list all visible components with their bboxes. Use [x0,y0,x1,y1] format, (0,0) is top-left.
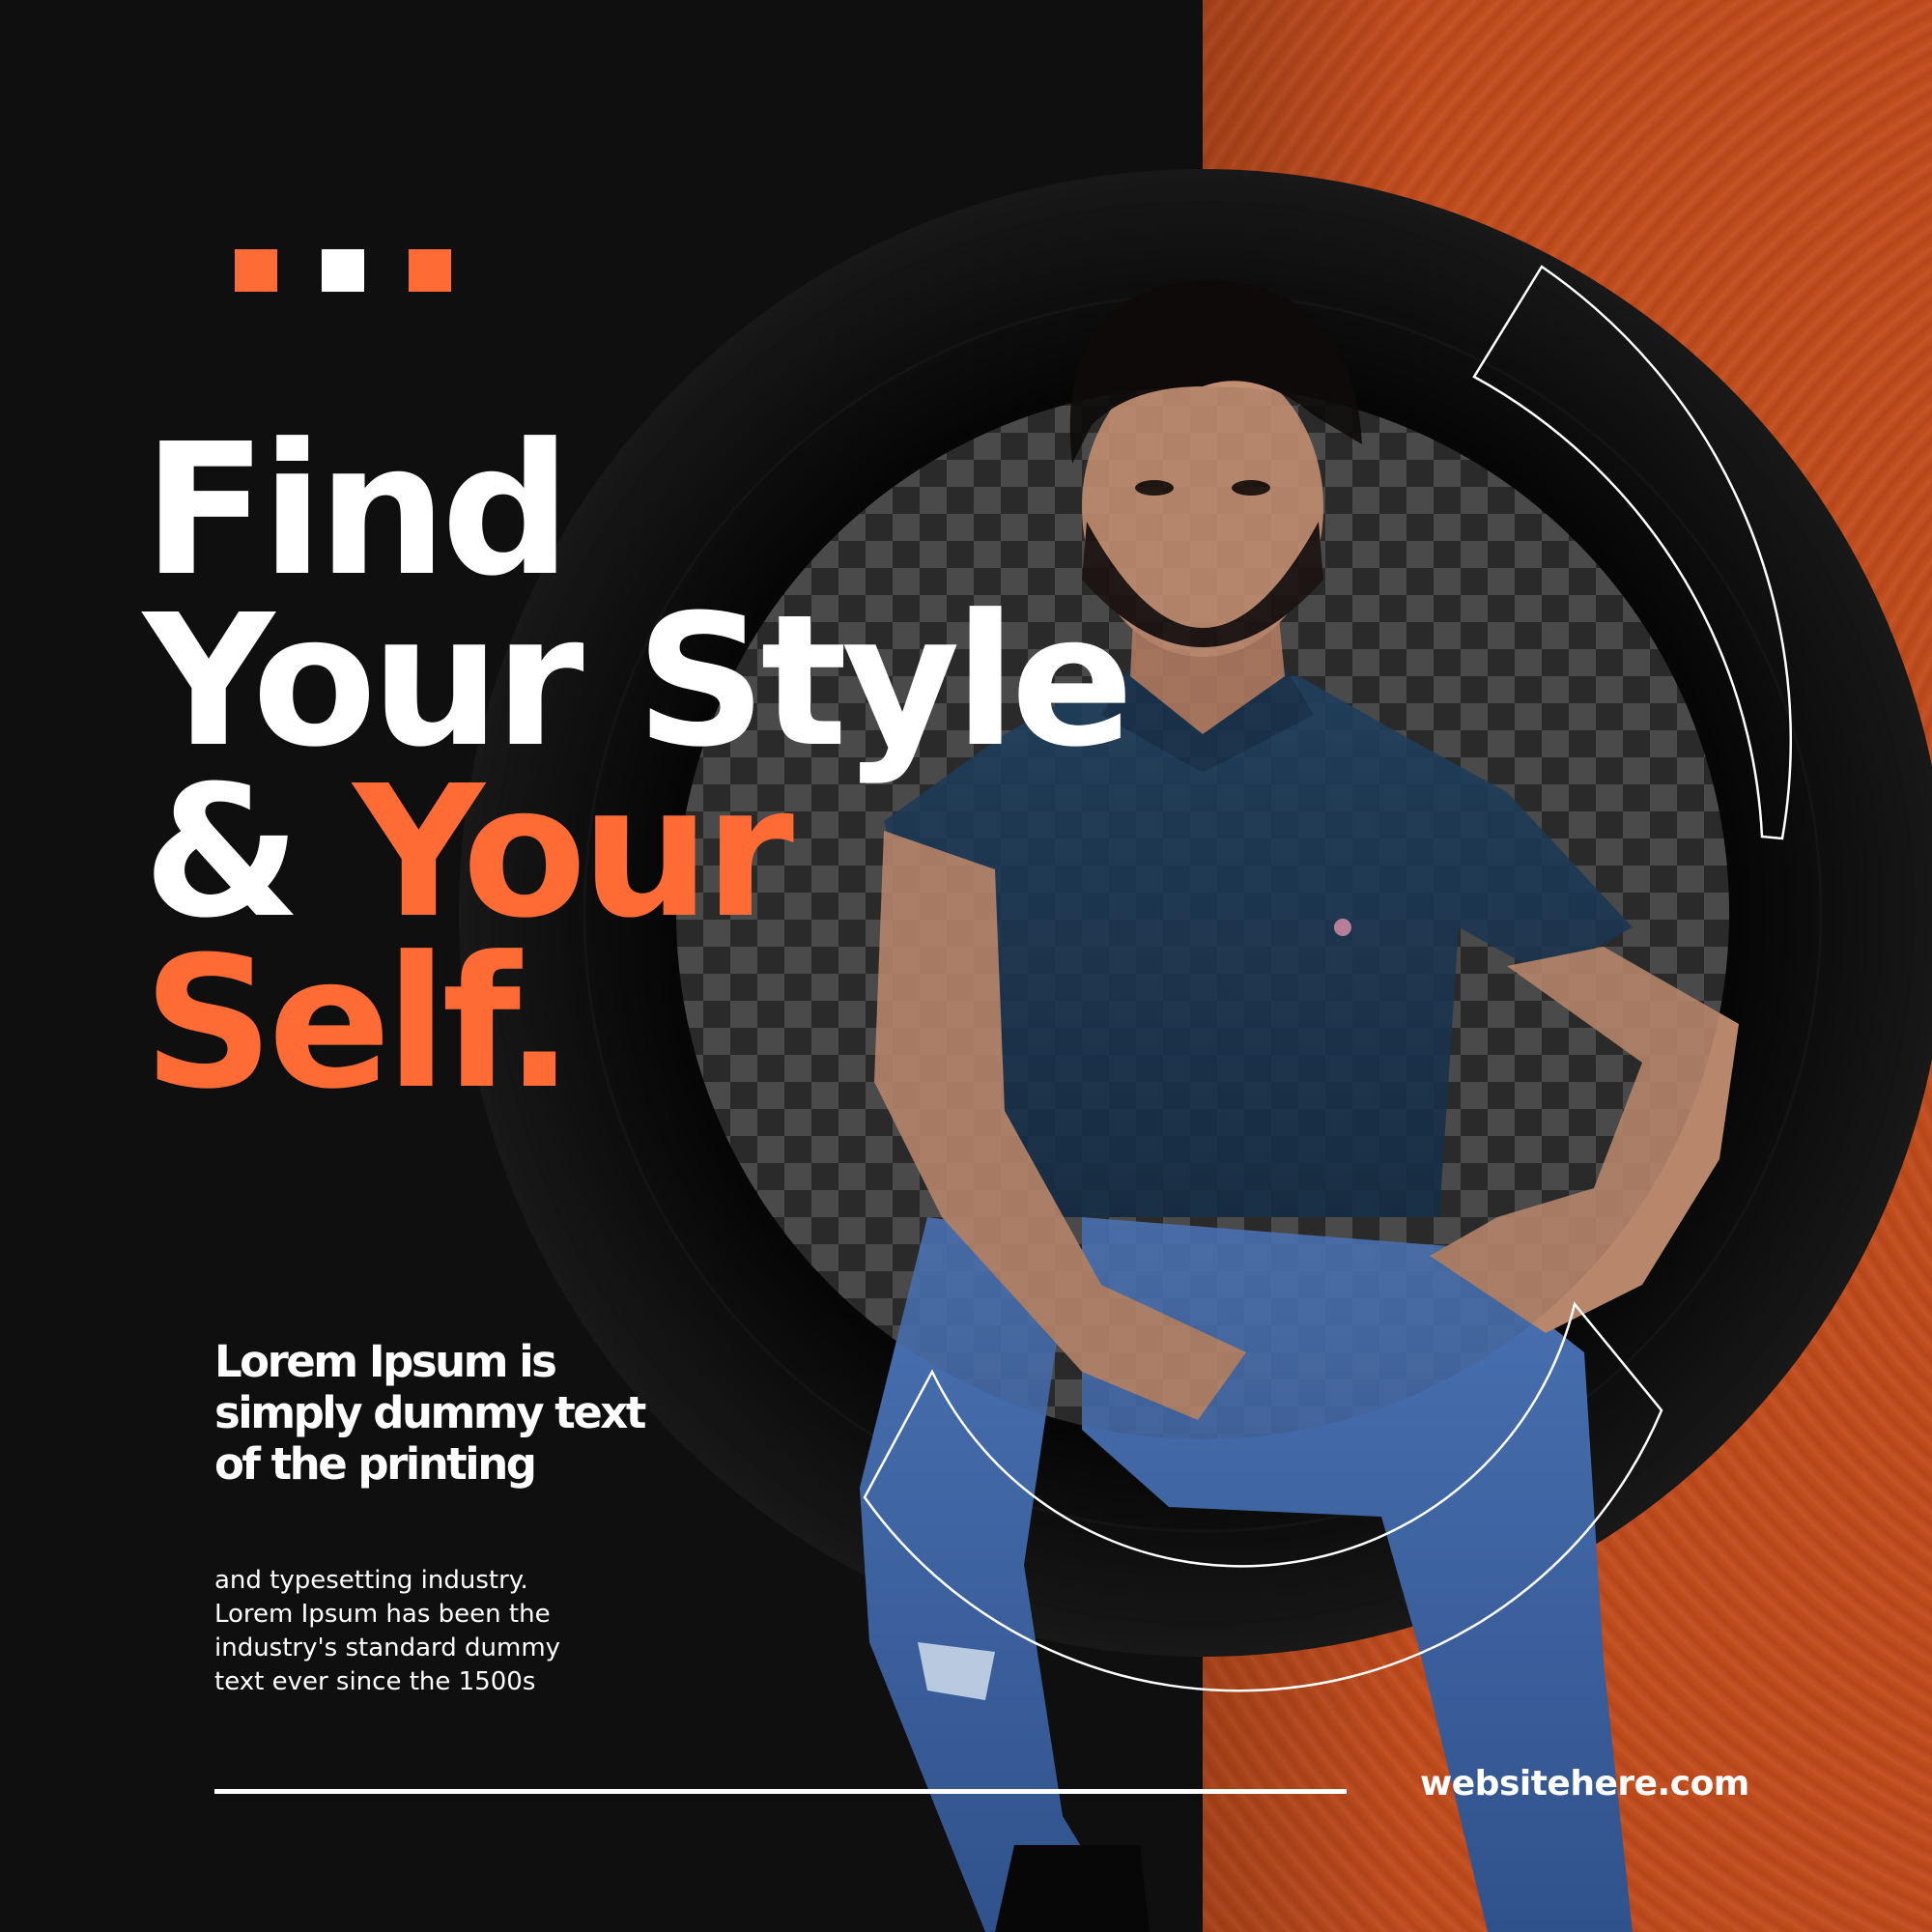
subheading-line-3: of the printing [214,1438,537,1490]
body-line-3: industry's standard dummy [214,1634,561,1662]
subheading-line-2: simply dummy text [214,1387,646,1438]
shoe [995,1845,1150,1932]
headline-line-3: & Your [143,762,1128,944]
headline-line-2: Your Style [143,576,1134,787]
decorative-dots [235,249,451,292]
headline: Find Your Style & Your Self. [143,405,1134,1129]
headline-line-4: Self. [143,918,574,1129]
website-link[interactable]: websitehere.com [1420,1764,1749,1804]
subheading: Lorem Ipsum is simply dummy text of the … [214,1336,755,1490]
body-line-4: text ever since the 1500s [214,1667,536,1696]
headline-line-1: Find [143,405,571,616]
subheading-line-1: Lorem Ipsum is [214,1336,557,1387]
body-line-1: and typesetting industry. [214,1566,528,1595]
divider-line [214,1789,1347,1794]
dot-1 [235,249,277,292]
body-text: and typesetting industry. Lorem Ipsum ha… [214,1564,659,1699]
fashion-poster: Find Your Style & Your Self. Lorem Ipsum… [0,0,1932,1932]
dot-3 [409,249,451,292]
dot-2 [322,249,364,292]
body-line-2: Lorem Ipsum has been the [214,1600,551,1629]
